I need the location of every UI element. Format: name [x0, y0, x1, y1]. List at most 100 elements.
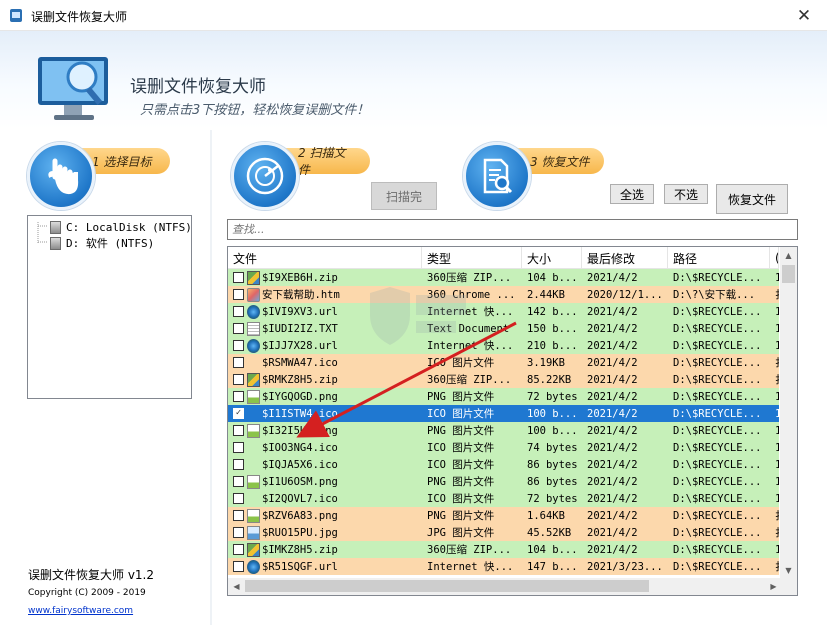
file-name: $IOO3NG4.ico	[262, 441, 338, 454]
row-checkbox[interactable]	[233, 493, 244, 504]
cell-file: $RMKZ8H5.zip	[228, 371, 422, 388]
cell-type: ICO 图片文件	[427, 493, 495, 505]
scroll-down-icon[interactable]: ▼	[780, 562, 797, 579]
close-icon[interactable]: ✕	[781, 0, 827, 31]
app-icon	[10, 9, 22, 22]
scroll-right-icon[interactable]: ▶	[765, 578, 782, 595]
cell-modified: 2021/4/2	[587, 441, 638, 454]
select-all-button[interactable]: 全选	[610, 184, 654, 204]
cell-path: D:\$RECYCLE...	[673, 271, 762, 284]
table-row[interactable]: $I2QOVL7.ico ICO 图片文件 72 bytes 2021/4/2 D:\$…	[228, 490, 779, 507]
select-none-button[interactable]: 不选	[664, 184, 708, 204]
table-row[interactable]: $RUO15PU.jpg JPG 图片文件 45.52KB 2021/4/2 D:\$R…	[228, 524, 779, 541]
table-row[interactable]: $IMKZ8H5.zip 360压缩 ZIP... 104 b... 2021/4/2…	[228, 541, 779, 558]
cell-modified: 2021/4/2	[587, 339, 638, 352]
drive-item-c[interactable]: C: LocalDisk (NTFS)	[50, 219, 192, 235]
row-checkbox[interactable]	[233, 374, 244, 385]
column-header-modified[interactable]: 最后修改	[582, 247, 668, 269]
table-row[interactable]: $RMKZ8H5.zip 360压缩 ZIP... 85.22KB 2021/4/2 D…	[228, 371, 779, 388]
row-checkbox[interactable]	[233, 357, 244, 368]
website-link[interactable]: www.fairysoftware.com	[28, 606, 133, 616]
document-search-icon[interactable]	[463, 142, 531, 210]
cell-size: 210 b...	[527, 339, 578, 352]
recover-button[interactable]: 恢复文件	[716, 184, 788, 214]
hard-disk-icon	[50, 236, 61, 250]
row-checkbox[interactable]	[233, 340, 244, 351]
table-row[interactable]: ✓ $I1ISTW4.ico ICO 图片文件 100 b... 2021/4/2 D:\…	[228, 405, 779, 422]
table-row[interactable]: $I9XEB6H.zip 360压缩 ZIP... 104 b... 2021/4/2…	[228, 269, 779, 286]
zip-file-icon	[247, 542, 260, 557]
cell-type: 360压缩 ZIP...	[427, 272, 512, 284]
scroll-up-icon[interactable]: ▲	[780, 247, 797, 264]
title-bar: 误删文件恢复大师 ✕	[0, 0, 827, 31]
row-checkbox[interactable]: ✓	[233, 408, 244, 419]
table-row[interactable]: $I32I5U9.png PNG 图片文件 100 b... 2021/4/2 D:\$…	[228, 422, 779, 439]
column-header-path[interactable]: 路径	[668, 247, 770, 269]
row-checkbox[interactable]	[233, 289, 244, 300]
file-name: $IMKZ8H5.zip	[262, 543, 338, 556]
row-checkbox[interactable]	[233, 323, 244, 334]
cell-size: 74 bytes	[527, 441, 578, 454]
table-row[interactable]: $IYGQOGD.png PNG 图片文件 72 bytes 2021/4/2 D:\$…	[228, 388, 779, 405]
cell-size: 142 b...	[527, 305, 578, 318]
row-checkbox[interactable]	[233, 442, 244, 453]
table-row[interactable]: $IQJA5X6.ico ICO 图片文件 86 bytes 2021/4/2 D:\$…	[228, 456, 779, 473]
cell-size: 3.19KB	[527, 356, 565, 369]
table-row[interactable]: $RZV6A83.png PNG 图片文件 1.64KB 2021/4/2 D:\$RE…	[228, 507, 779, 524]
drive-item-d[interactable]: D: 软件 (NTFS)	[50, 235, 154, 251]
file-name: $IQJA5X6.ico	[262, 458, 338, 471]
table-row[interactable]: $RSMWA47.ico ICO 图片文件 3.19KB 2021/4/2 D:\$RE…	[228, 354, 779, 371]
banner: 误删文件恢复大师 只需点击3下按钮，轻松恢复误删文件！	[0, 31, 827, 129]
horizontal-scrollbar[interactable]: ◀ ▶	[228, 578, 797, 595]
table-row[interactable]: $R51SQGF.url Internet 快... 147 b... 2021/3/…	[228, 558, 779, 575]
cell-modified: 2021/4/2	[587, 390, 638, 403]
scroll-left-icon[interactable]: ◀	[228, 578, 245, 595]
cell-size: 150 b...	[527, 322, 578, 335]
file-name: $IVI9XV3.url	[262, 305, 338, 318]
row-checkbox[interactable]	[233, 425, 244, 436]
row-checkbox[interactable]	[233, 391, 244, 402]
vertical-scrollbar[interactable]: ▲ ▼	[780, 247, 797, 579]
cell-more: 1	[770, 456, 779, 473]
png-file-icon	[247, 389, 260, 404]
row-checkbox[interactable]	[233, 459, 244, 470]
radar-scan-icon[interactable]	[231, 142, 299, 210]
row-checkbox[interactable]	[233, 510, 244, 521]
cell-type: ICO 图片文件	[427, 459, 495, 471]
cell-modified: 2021/4/2	[587, 526, 638, 539]
zip-file-icon	[247, 270, 260, 285]
cell-size: 85.22KB	[527, 373, 572, 386]
row-checkbox[interactable]	[233, 527, 244, 538]
column-header-file[interactable]: 文件	[228, 247, 422, 269]
url-file-icon	[247, 559, 260, 574]
cell-path: D:\$RECYCLE...	[673, 458, 762, 471]
cell-more: 1	[770, 473, 779, 490]
cell-more: 1	[770, 337, 779, 354]
scan-done-button[interactable]: 扫描完	[371, 182, 437, 210]
cell-path: D:\$RECYCLE...	[673, 492, 762, 505]
table-row[interactable]: $IJJ7X28.url Internet 快... 210 b... 2021/4/…	[228, 337, 779, 354]
htm-file-icon	[247, 287, 260, 302]
cell-type: Internet 快...	[427, 561, 514, 573]
column-header-size[interactable]: 大小	[522, 247, 582, 269]
table-row[interactable]: 安下载帮助.htm 360 Chrome ... 2.44KB 2020/12/1..…	[228, 286, 779, 303]
column-header-type[interactable]: 类型	[422, 247, 522, 269]
row-checkbox[interactable]	[233, 306, 244, 317]
file-name: $I32I5U9.png	[262, 424, 338, 437]
table-row[interactable]: $IOO3NG4.ico ICO 图片文件 74 bytes 2021/4/2 D:\$…	[228, 439, 779, 456]
row-checkbox[interactable]	[233, 561, 244, 572]
hand-pointer-icon[interactable]	[27, 142, 95, 210]
search-input[interactable]	[227, 219, 798, 240]
cell-more: 1	[770, 303, 779, 320]
row-checkbox[interactable]	[233, 272, 244, 283]
row-checkbox[interactable]	[233, 476, 244, 487]
horizontal-scroll-thumb[interactable]	[245, 580, 649, 592]
table-row[interactable]: $IUDI2IZ.TXT Text Document 150 b... 2021/4/…	[228, 320, 779, 337]
cell-file: $RUO15PU.jpg	[228, 524, 422, 541]
column-header-more[interactable]: (	[770, 247, 779, 269]
row-checkbox[interactable]	[233, 544, 244, 555]
table-row[interactable]: $I1U6OSM.png PNG 图片文件 86 bytes 2021/4/2 D:\$…	[228, 473, 779, 490]
cell-size: 100 b...	[527, 424, 578, 437]
vertical-scroll-thumb[interactable]	[782, 265, 795, 283]
table-row[interactable]: $IVI9XV3.url Internet 快... 142 b... 2021/4/…	[228, 303, 779, 320]
